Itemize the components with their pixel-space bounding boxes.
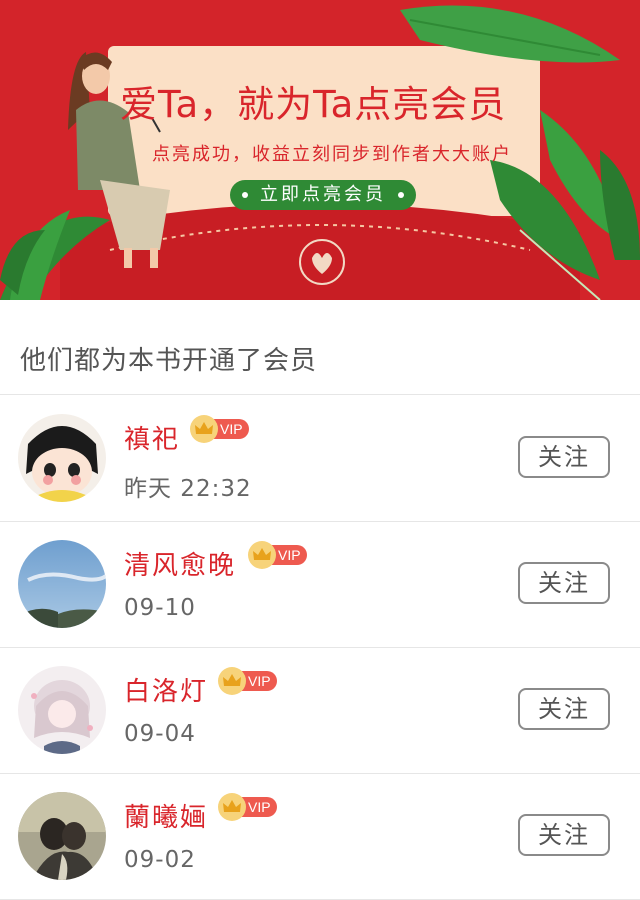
member-row: 清风愈晚 VIP 09-10 关注 — [0, 521, 640, 648]
members-section-header: 他们都为本书开通了会员 — [0, 300, 640, 395]
activate-membership-label: 立即点亮会员 — [260, 184, 386, 205]
crown-icon — [218, 667, 246, 695]
member-name[interactable]: 清风愈晚 — [124, 545, 236, 582]
avatar[interactable] — [18, 666, 106, 754]
crown-icon — [248, 541, 276, 569]
crown-icon — [218, 793, 246, 821]
member-date: 09-10 — [124, 595, 196, 621]
member-name[interactable]: 白洛灯 — [124, 671, 208, 708]
member-date: 昨天 22:32 — [124, 476, 252, 502]
avatar[interactable] — [18, 414, 106, 502]
activate-membership-button[interactable]: 立即点亮会员 — [230, 180, 416, 210]
member-row: 禛祀 VIP 昨天 22:32 关注 — [0, 395, 640, 522]
follow-button[interactable]: 关注 — [518, 688, 610, 730]
section-title: 他们都为本书开通了会员 — [20, 346, 318, 376]
crown-icon — [190, 415, 218, 443]
member-name[interactable]: 禛祀 — [124, 419, 180, 456]
banner-subtitle: 点亮成功，收益立刻同步到作者大大账户 — [152, 144, 512, 165]
banner-title: 爱Ta，就为Ta点亮会员 — [120, 83, 507, 126]
dot-icon — [242, 192, 248, 198]
membership-banner[interactable]: 爱Ta，就为Ta点亮会员 点亮成功，收益立刻同步到作者大大账户 立即点亮会员 — [0, 0, 640, 300]
avatar[interactable] — [18, 540, 106, 628]
member-date: 09-04 — [124, 721, 196, 747]
follow-button[interactable]: 关注 — [518, 436, 610, 478]
avatar[interactable] — [18, 792, 106, 880]
dot-icon — [398, 192, 404, 198]
member-name[interactable]: 蘭曦婳 — [124, 797, 208, 834]
member-row: 白洛灯 VIP 09-04 关注 — [0, 647, 640, 774]
member-date: 09-02 — [124, 847, 196, 873]
follow-button[interactable]: 关注 — [518, 562, 610, 604]
follow-button[interactable]: 关注 — [518, 814, 610, 856]
member-row: 蘭曦婳 VIP 09-02 关注 — [0, 773, 640, 900]
